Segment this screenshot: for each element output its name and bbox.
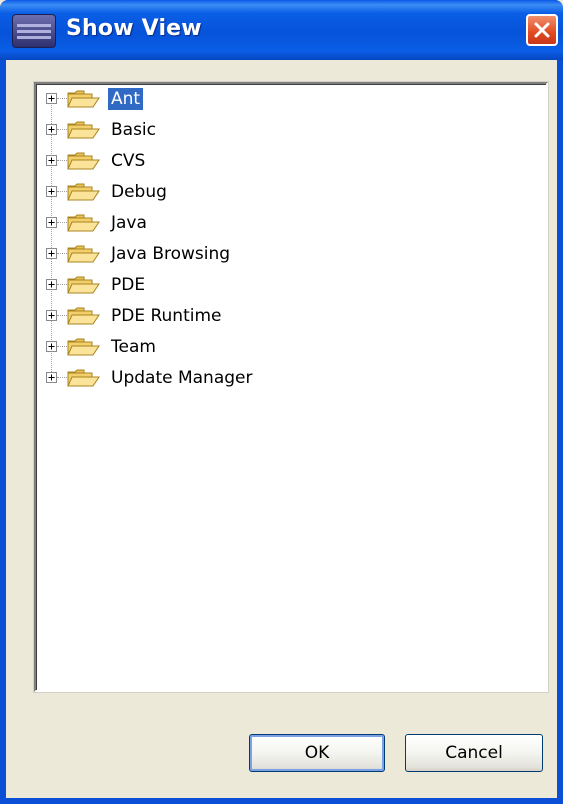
tree-item-basic[interactable]: Basic bbox=[36, 115, 546, 145]
tree-item-pde-runtime[interactable]: PDE Runtime bbox=[36, 301, 546, 331]
open-folder-icon bbox=[67, 276, 100, 294]
cancel-button[interactable]: Cancel bbox=[405, 734, 543, 772]
expand-plus-icon[interactable] bbox=[46, 186, 57, 197]
tree-item-debug[interactable]: Debug bbox=[36, 177, 546, 207]
expand-plus-icon[interactable] bbox=[46, 310, 57, 321]
title-bar[interactable]: Show View bbox=[0, 0, 563, 60]
open-folder-icon bbox=[67, 90, 100, 108]
tree-item-label[interactable]: PDE Runtime bbox=[108, 305, 225, 327]
tree-item-team[interactable]: Team bbox=[36, 332, 546, 362]
expand-plus-icon[interactable] bbox=[46, 248, 57, 259]
tree-item-cvs[interactable]: CVS bbox=[36, 146, 546, 176]
tree-item-label[interactable]: Basic bbox=[108, 119, 159, 141]
open-folder-icon bbox=[67, 214, 100, 232]
expand-plus-icon[interactable] bbox=[46, 124, 57, 135]
tree-item-label[interactable]: Debug bbox=[108, 181, 170, 203]
open-folder-icon bbox=[67, 338, 100, 356]
open-folder-icon bbox=[67, 152, 100, 170]
open-folder-icon bbox=[67, 121, 100, 139]
open-folder-icon bbox=[67, 307, 100, 325]
tree-item-label[interactable]: Java bbox=[108, 212, 150, 234]
dialog-client-area: Ant Basic CVS Debug Java Java Browsing P… bbox=[6, 60, 557, 798]
tree-item-label[interactable]: Java Browsing bbox=[108, 243, 233, 265]
open-folder-icon bbox=[67, 369, 100, 387]
tree-item-java[interactable]: Java bbox=[36, 208, 546, 238]
show-view-dialog: Show View Ant Basic CVS Debug Java Java … bbox=[0, 0, 563, 804]
expand-plus-icon[interactable] bbox=[46, 341, 57, 352]
tree-item-label[interactable]: PDE bbox=[108, 274, 148, 296]
expand-plus-icon[interactable] bbox=[46, 93, 57, 104]
close-button[interactable] bbox=[526, 14, 558, 46]
expand-plus-icon[interactable] bbox=[46, 279, 57, 290]
expand-plus-icon[interactable] bbox=[46, 372, 57, 383]
tree-item-ant[interactable]: Ant bbox=[36, 84, 546, 114]
tree-item-java-browsing[interactable]: Java Browsing bbox=[36, 239, 546, 269]
open-folder-icon bbox=[67, 183, 100, 201]
expand-plus-icon[interactable] bbox=[46, 217, 57, 228]
tree-item-label[interactable]: Update Manager bbox=[108, 367, 256, 389]
close-icon bbox=[534, 22, 550, 38]
dialog-title: Show View bbox=[66, 16, 202, 41]
view-category-tree[interactable]: Ant Basic CVS Debug Java Java Browsing P… bbox=[34, 82, 548, 692]
expand-plus-icon[interactable] bbox=[46, 155, 57, 166]
tree-item-label[interactable]: Team bbox=[108, 336, 159, 358]
open-folder-icon bbox=[67, 245, 100, 263]
tree-item-label[interactable]: CVS bbox=[108, 150, 148, 172]
eclipse-app-icon bbox=[12, 14, 56, 48]
ok-button[interactable]: OK bbox=[249, 734, 385, 772]
tree-item-label[interactable]: Ant bbox=[108, 88, 144, 110]
tree-item-update-manager[interactable]: Update Manager bbox=[36, 363, 546, 393]
tree-item-pde[interactable]: PDE bbox=[36, 270, 546, 300]
